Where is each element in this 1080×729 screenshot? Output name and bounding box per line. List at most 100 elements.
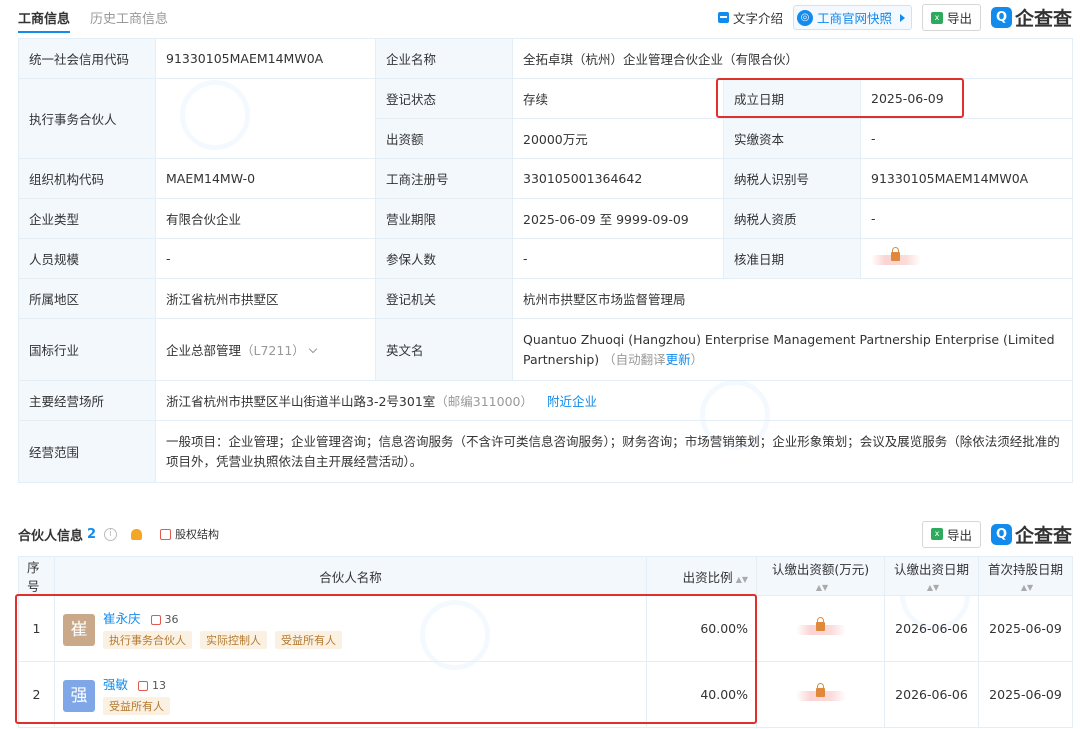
industry-code: （L7211） xyxy=(241,343,305,358)
postcode: （邮编311000） xyxy=(435,394,533,409)
qcc-logo: Q 企查查 xyxy=(990,521,1072,548)
qcc-logo: Q 企查查 xyxy=(990,4,1072,31)
lock-icon xyxy=(891,246,900,261)
capital-label: 出资额 xyxy=(375,118,513,159)
bell-icon[interactable] xyxy=(131,528,143,540)
ratio-value: 60.00% xyxy=(646,595,757,662)
business-term-label: 营业期限 xyxy=(375,198,513,239)
partners-export-button[interactable]: x 导出 xyxy=(921,520,981,548)
sort-icon: ▲▼ xyxy=(926,583,940,592)
official-snapshot-button[interactable]: ◎ 工商官网快照 xyxy=(792,5,912,30)
first-date-value: 2025-06-09 xyxy=(978,661,1073,728)
company-name-value: 全拓卓琪（杭州）企业管理合伙企业（有限合伙） xyxy=(512,38,1073,79)
tax-id-value: 91330105MAEM14MW0A xyxy=(860,158,1073,199)
english-name-value: Quantuo Zhuoqi (Hangzhou) Enterprise Man… xyxy=(512,318,1073,381)
related-companies-count[interactable]: 36 xyxy=(165,613,179,626)
found-date-value: 2025-06-09 xyxy=(860,78,1073,119)
region-label: 所属地区 xyxy=(18,278,156,319)
related-companies-icon xyxy=(138,680,148,691)
region-value: 浙江省杭州市拱墅区 xyxy=(155,278,376,319)
related-companies-count[interactable]: 13 xyxy=(152,679,166,692)
info-icon[interactable]: i xyxy=(104,527,118,541)
partner-name-link[interactable]: 强敏 xyxy=(103,677,128,692)
reg-status-label: 登记状态 xyxy=(375,78,513,119)
qcc-logo-mark: Q xyxy=(990,523,1012,545)
qcc-logo-mark: Q xyxy=(990,7,1012,28)
text-intro-button[interactable]: 文字介绍 xyxy=(717,8,783,27)
partner-name-link[interactable]: 崔永庆 xyxy=(103,611,141,626)
col-header-no: 序号 xyxy=(18,556,55,596)
qcc-logo-text: 企查查 xyxy=(1014,524,1072,547)
due-date-value: 2026-06-06 xyxy=(884,595,979,662)
insured-count-label: 参保人数 xyxy=(375,238,513,279)
tab-business-info[interactable]: 工商信息 xyxy=(18,2,71,33)
capital-value: 20000万元 xyxy=(512,118,724,159)
tag-actual-controller: 实际控制人 xyxy=(199,631,267,649)
row-no: 2 xyxy=(18,661,55,728)
subscribed-amount-value[interactable] xyxy=(756,595,885,662)
business-scope-label: 经营范围 xyxy=(18,420,156,483)
col-header-first-date[interactable]: 首次持股日期▲▼ xyxy=(978,556,1073,596)
first-date-value: 2025-06-09 xyxy=(978,595,1073,662)
business-info-table: 统一社会信用代码 91330105MAEM14MW0A 企业名称 全拓卓琪（杭州… xyxy=(18,38,1073,483)
paid-capital-label: 实缴资本 xyxy=(723,118,861,159)
tax-qualification-value: - xyxy=(860,198,1073,239)
approval-date-label: 核准日期 xyxy=(723,238,861,279)
credit-code-label: 统一社会信用代码 xyxy=(18,38,156,79)
approval-date-value[interactable] xyxy=(860,238,1073,279)
org-code-label: 组织机构代码 xyxy=(18,158,156,199)
vip-locked-value[interactable] xyxy=(795,616,846,635)
chevron-down-icon[interactable] xyxy=(308,344,318,354)
business-scope-value: 一般项目：企业管理；企业管理咨询；信息咨询服务（不含许可类信息咨询服务）；财务咨… xyxy=(155,420,1073,483)
vip-locked-value[interactable] xyxy=(871,246,921,265)
tab-history-business-info[interactable]: 历史工商信息 xyxy=(90,2,168,33)
industry-name: 企业总部管理 xyxy=(166,343,242,358)
reg-status-value: 存续 xyxy=(512,78,724,119)
partner-cell: 强 强敏 13 受益所有人 xyxy=(54,661,647,728)
company-type-label: 企业类型 xyxy=(18,198,156,239)
industry-label: 国标行业 xyxy=(18,318,156,381)
equity-structure-icon xyxy=(160,528,172,540)
sort-icon: ▲▼ xyxy=(1020,583,1034,592)
lock-icon xyxy=(815,682,825,697)
export-button[interactable]: x 导出 xyxy=(921,4,981,31)
auto-translate-note: （自动翻译更新） xyxy=(603,351,704,367)
address-value: 浙江省杭州市拱墅区半山街道半山路3-2号301室（邮编311000） 附近企业 xyxy=(155,380,1073,421)
vip-locked-value[interactable] xyxy=(795,682,846,701)
staff-size-label: 人员规模 xyxy=(18,238,156,279)
address-text: 浙江省杭州市拱墅区半山街道半山路3-2号301室 xyxy=(166,394,436,409)
subscribed-amount-value[interactable] xyxy=(756,661,885,728)
reg-authority-label: 登记机关 xyxy=(375,278,513,319)
reg-no-value: 330105001364642 xyxy=(512,158,724,199)
col-header-ratio[interactable]: 出资比例 ▲▼ xyxy=(646,556,757,596)
export-label: 导出 xyxy=(946,11,972,26)
col-header-due-date[interactable]: 认缴出资日期▲▼ xyxy=(884,556,979,596)
tag-executive-partner: 执行事务合伙人 xyxy=(103,631,192,649)
qcc-logo-text: 企查查 xyxy=(1014,8,1072,30)
equity-structure-button[interactable]: 股权结构 xyxy=(160,526,219,542)
industry-value[interactable]: 企业总部管理（L7211） xyxy=(155,318,376,381)
lock-icon xyxy=(815,616,825,631)
due-date-value: 2026-06-06 xyxy=(884,661,979,728)
sort-icon: ▲▼ xyxy=(735,574,748,584)
toolbar: 文字介绍 ◎ 工商官网快照 x 导出 Q 企查查 xyxy=(717,4,1072,31)
top-bar: 工商信息 历史工商信息 文字介绍 ◎ 工商官网快照 x 导出 Q 企查查 xyxy=(0,0,1080,34)
reg-no-label: 工商注册号 xyxy=(375,158,513,199)
col-header-subscribed-amount[interactable]: 认缴出资额(万元)▲▼ xyxy=(756,556,885,596)
business-term-value: 2025-06-09 至 9999-09-09 xyxy=(512,198,724,239)
ratio-value: 40.00% xyxy=(646,661,757,728)
document-icon xyxy=(717,12,729,23)
partner-cell: 崔 崔永庆 36 执行事务合伙人 实际控制人 受益所有人 xyxy=(54,595,647,662)
nearby-companies-link[interactable]: 附近企业 xyxy=(547,394,597,409)
partner-label: 执行事务合伙人 xyxy=(18,78,156,159)
insured-count-value: - xyxy=(512,238,724,279)
partners-section-header: 合伙人信息 2 i 股权结构 x 导出 Q 企查查 xyxy=(18,520,1072,548)
paid-capital-value: - xyxy=(860,118,1073,159)
tag-beneficial-owner: 受益所有人 xyxy=(274,631,342,649)
credit-code-value: 91330105MAEM14MW0A xyxy=(155,38,376,79)
found-date-label: 成立日期 xyxy=(723,78,861,119)
update-translation-link[interactable]: 更新 xyxy=(666,352,691,367)
tag-beneficial-owner: 受益所有人 xyxy=(103,697,170,715)
official-snapshot-label: 工商官网快照 xyxy=(816,11,892,26)
company-name-label: 企业名称 xyxy=(375,38,513,79)
